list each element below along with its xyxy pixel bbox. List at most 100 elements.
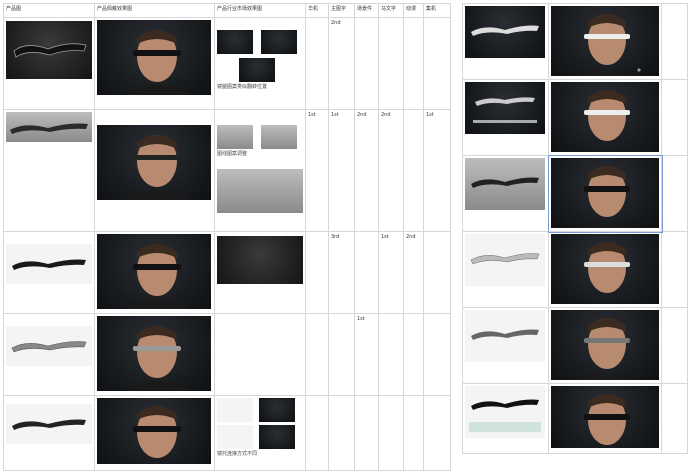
market-gallery-cell[interactable] — [214, 313, 306, 396]
gallery-thumbnail[interactable] — [217, 425, 253, 449]
header-col-8[interactable]: 动漫 — [403, 3, 424, 18]
mark-cell[interactable]: 1st — [423, 109, 451, 232]
model-photo[interactable] — [97, 125, 211, 200]
mark-cell[interactable]: 1st — [305, 109, 329, 232]
mark-cell[interactable] — [354, 231, 379, 314]
market-gallery-cell[interactable]: 镜托连接方式不同 — [214, 395, 306, 471]
model-photo[interactable] — [551, 158, 659, 228]
grid-cell[interactable] — [548, 383, 662, 454]
model-photo[interactable] — [551, 386, 659, 448]
grid-cell[interactable] — [661, 231, 688, 308]
glasses-photo[interactable] — [6, 112, 92, 142]
grid-cell[interactable] — [462, 307, 549, 384]
gallery-thumbnail[interactable] — [239, 58, 275, 82]
mark-cell[interactable] — [354, 17, 379, 110]
header-col-9[interactable]: 集机 — [423, 3, 451, 18]
product-image-cell[interactable] — [3, 17, 95, 110]
mark-cell[interactable]: 2nd — [328, 17, 355, 110]
header-col-7[interactable]: 马文字 — [378, 3, 404, 18]
mark-cell[interactable] — [403, 109, 424, 232]
mark-cell[interactable] — [403, 395, 424, 471]
header-col-4[interactable]: 华机 — [305, 3, 329, 18]
grid-cell-selected[interactable] — [547, 154, 663, 233]
mark-cell[interactable] — [423, 313, 451, 396]
glasses-photo[interactable] — [6, 404, 92, 444]
mark-cell[interactable] — [328, 313, 355, 396]
mark-cell[interactable] — [305, 231, 329, 314]
mark-cell[interactable] — [354, 395, 379, 471]
gallery-thumbnail[interactable] — [261, 30, 297, 54]
gallery-thumbnail[interactable] — [259, 425, 295, 449]
mark-cell[interactable] — [423, 17, 451, 110]
mark-cell[interactable] — [328, 395, 355, 471]
grid-cell[interactable] — [548, 3, 662, 80]
model-photo[interactable] — [551, 310, 659, 380]
mark-cell[interactable] — [305, 313, 329, 396]
model-photo[interactable] — [97, 316, 211, 391]
header-product-image[interactable]: 产品图 — [3, 3, 95, 18]
mark-cell[interactable]: 2nd — [354, 109, 379, 232]
glasses-photo[interactable] — [465, 386, 545, 438]
glasses-photo[interactable] — [6, 244, 92, 284]
header-col-6[interactable]: 场景件 — [354, 3, 379, 18]
mark-cell[interactable]: 2nd — [403, 231, 424, 314]
gallery-thumbnail[interactable] — [261, 125, 297, 149]
wearing-image-cell[interactable] — [94, 231, 215, 314]
mark-cell[interactable] — [403, 17, 424, 110]
glasses-photo[interactable] — [465, 234, 545, 286]
header-col-5[interactable]: 主图字 — [328, 3, 355, 18]
product-image-cell[interactable] — [3, 231, 95, 314]
gallery-thumbnail[interactable] — [217, 169, 303, 213]
mark-cell[interactable]: 1st — [354, 313, 379, 396]
mark-cell[interactable] — [423, 395, 451, 471]
model-photo[interactable] — [551, 82, 659, 152]
mark-cell[interactable]: 2nd — [378, 109, 404, 232]
grid-cell[interactable] — [661, 155, 688, 232]
wearing-image-cell[interactable] — [94, 17, 215, 110]
glasses-photo[interactable] — [465, 82, 545, 134]
glasses-photo[interactable] — [465, 6, 545, 58]
glasses-photo[interactable] — [465, 310, 545, 362]
grid-cell[interactable] — [462, 3, 549, 80]
gallery-thumbnail[interactable] — [217, 125, 253, 149]
model-photo[interactable] — [97, 398, 211, 464]
model-photo[interactable] — [97, 20, 211, 95]
gallery-thumbnail[interactable] — [259, 398, 295, 422]
glasses-photo[interactable] — [6, 21, 92, 79]
grid-cell[interactable] — [661, 79, 688, 156]
wearing-image-cell[interactable] — [94, 313, 215, 396]
mark-cell[interactable] — [305, 395, 329, 471]
gallery-thumbnail[interactable] — [217, 398, 253, 422]
grid-cell[interactable] — [661, 383, 688, 454]
grid-cell[interactable] — [462, 155, 549, 232]
glasses-photo[interactable] — [6, 326, 92, 366]
gallery-thumbnail[interactable] — [217, 236, 303, 284]
mark-cell[interactable]: 3rd — [328, 231, 355, 314]
mark-cell[interactable] — [378, 395, 404, 471]
wearing-image-cell[interactable] — [94, 109, 215, 232]
model-photo[interactable] — [97, 234, 211, 309]
market-gallery-cell[interactable] — [214, 231, 306, 314]
market-gallery-cell[interactable]: 图线图案调整 — [214, 109, 306, 232]
grid-cell[interactable] — [661, 307, 688, 384]
glasses-photo[interactable] — [465, 158, 545, 210]
model-photo[interactable] — [551, 6, 659, 76]
model-photo[interactable] — [551, 234, 659, 304]
grid-cell[interactable] — [462, 231, 549, 308]
product-image-cell[interactable] — [3, 313, 95, 396]
header-wearing-image[interactable]: 产品佩戴效果图 — [94, 3, 215, 18]
mark-cell[interactable]: 1st — [328, 109, 355, 232]
mark-cell[interactable] — [378, 313, 404, 396]
grid-cell[interactable] — [548, 79, 662, 156]
gallery-thumbnail[interactable] — [217, 30, 253, 54]
grid-cell[interactable] — [462, 383, 549, 454]
mark-cell[interactable] — [403, 313, 424, 396]
grid-cell[interactable] — [462, 79, 549, 156]
mark-cell[interactable] — [378, 17, 404, 110]
header-market-image[interactable]: 产品行业市场效果图 — [214, 3, 306, 18]
mark-cell[interactable]: 1st — [378, 231, 404, 314]
market-gallery-cell[interactable]: 镜腿图案类似翻转位置 — [214, 17, 306, 110]
grid-cell[interactable] — [548, 231, 662, 308]
grid-cell[interactable] — [661, 3, 688, 80]
mark-cell[interactable] — [423, 231, 451, 314]
